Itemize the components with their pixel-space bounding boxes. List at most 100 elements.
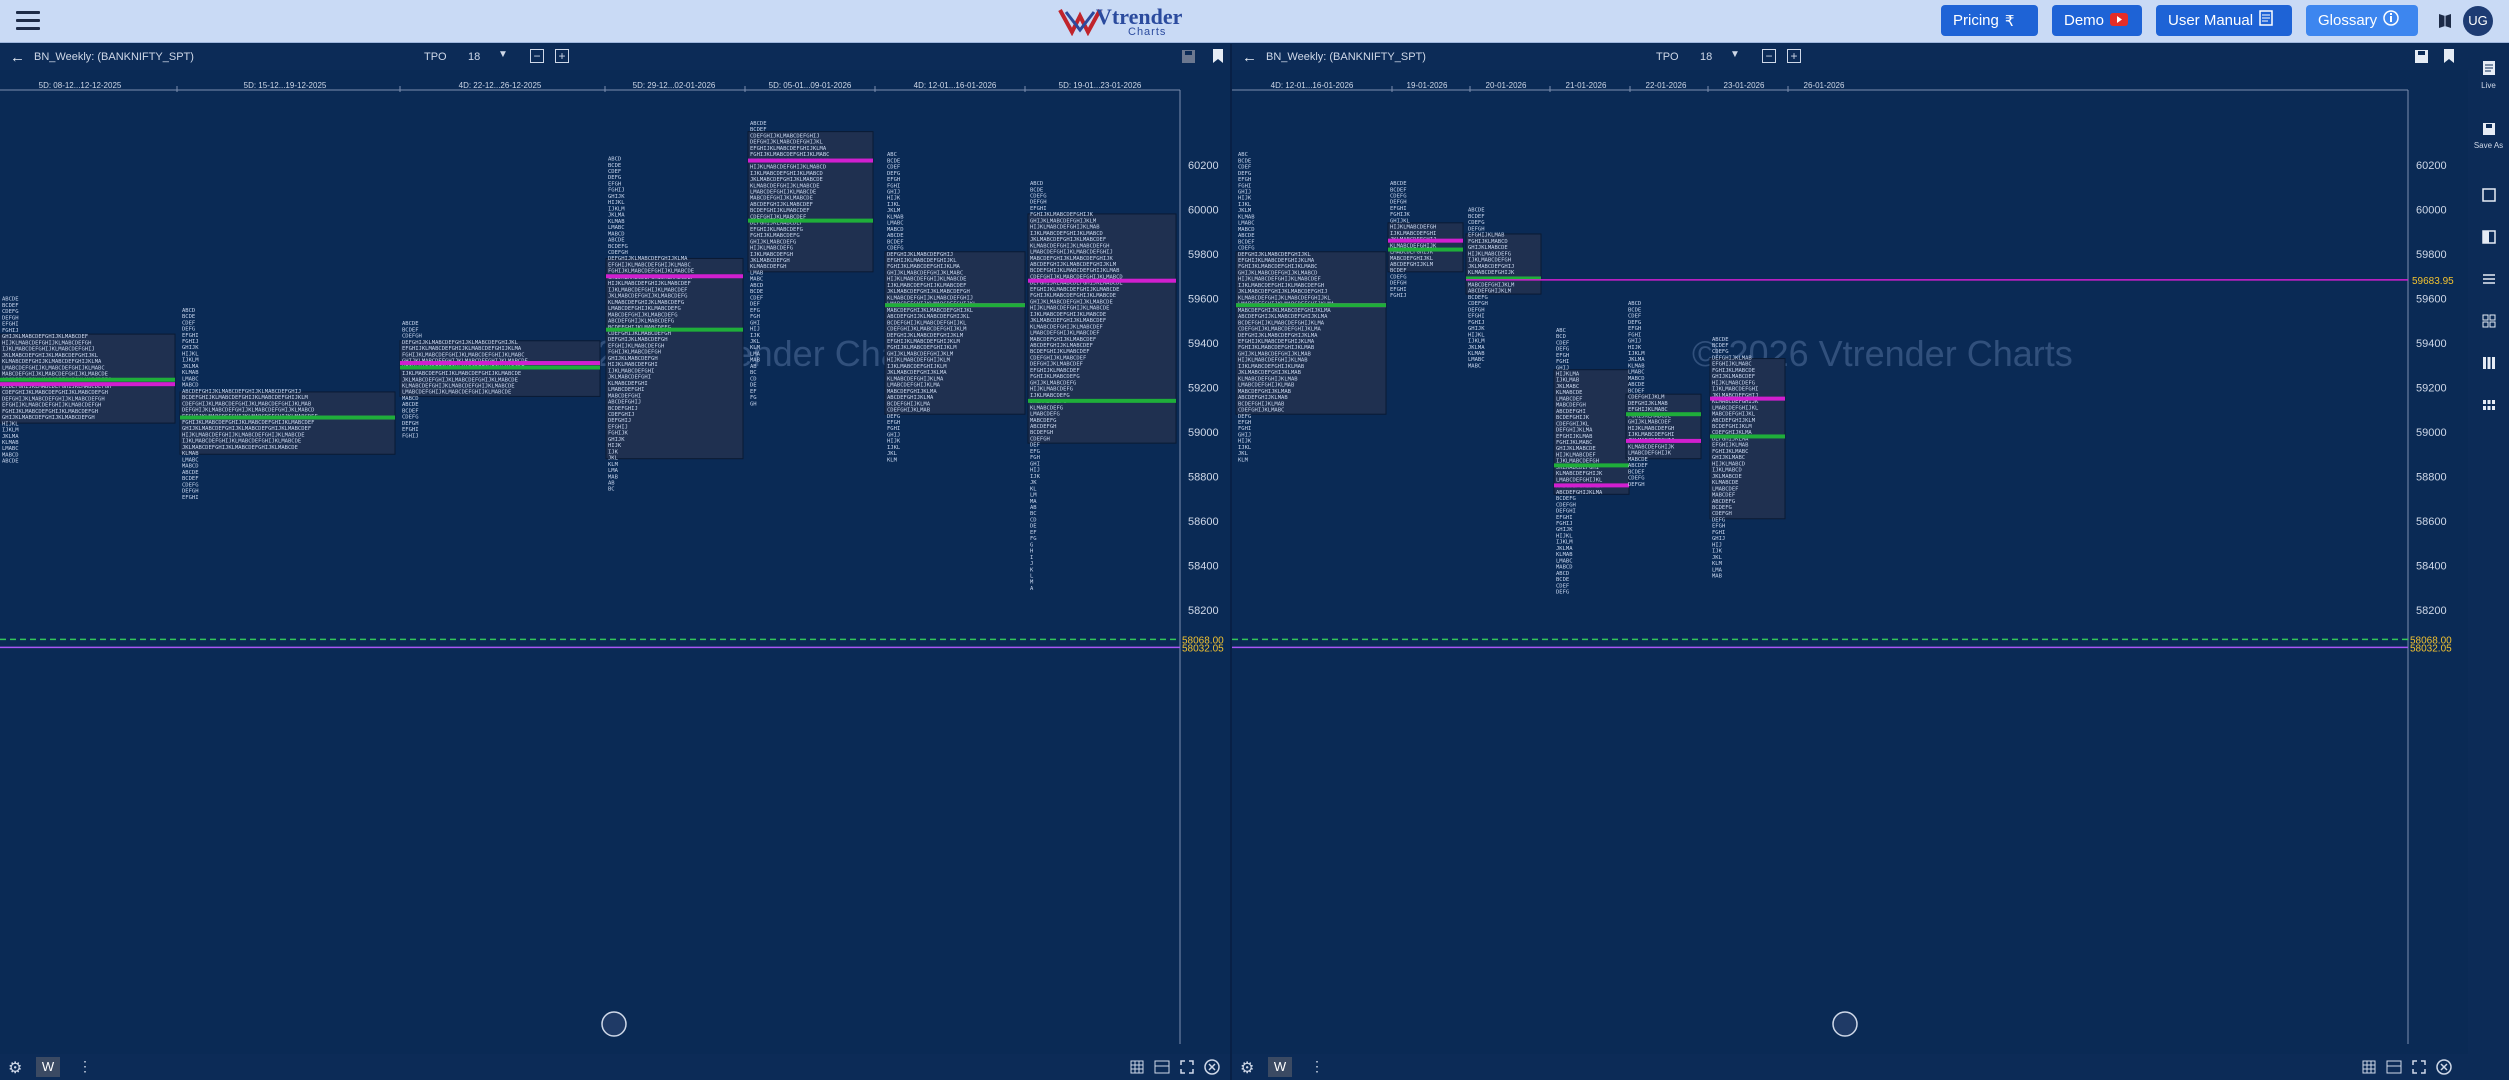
tpo-row: DEFGHIJKLMABCDEFGHIJKLM bbox=[887, 333, 964, 339]
back-arrow-icon[interactable]: ← bbox=[1242, 49, 1257, 66]
tpo-row: KLMABCDEFG bbox=[1030, 405, 1063, 411]
back-arrow-icon[interactable]: ← bbox=[10, 49, 25, 66]
tpo-row: CDEFG bbox=[1390, 193, 1407, 199]
tpo-row: EFGHIJKLMABCDEFGHIJKLMABCDEFGH bbox=[2, 403, 101, 409]
tpo-row: BCDEFGHIJKLMABCDEF bbox=[1030, 349, 1090, 355]
tpo-row: BCDE bbox=[887, 158, 900, 164]
grid-icon[interactable] bbox=[2362, 1060, 2376, 1074]
tpo-row: CD bbox=[750, 376, 757, 382]
glossary-button[interactable]: Glossary bbox=[2306, 5, 2418, 36]
layout-single-button[interactable] bbox=[2468, 188, 2509, 205]
tpo-row: BCDEFGHIJKLMA bbox=[887, 401, 931, 407]
save-as-button[interactable]: Save As bbox=[2468, 122, 2509, 150]
left-symbol[interactable]: BN_Weekly: (BANKNIFTY_SPT) bbox=[34, 51, 194, 63]
gear-icon[interactable]: ⚙ bbox=[1240, 1058, 1254, 1078]
right-tpo-select[interactable]: 18 bbox=[1700, 51, 1712, 63]
tpo-row: DEFGH bbox=[402, 421, 419, 427]
zoom-out-icon[interactable]: − bbox=[1762, 49, 1776, 63]
tpo-row: ABCD bbox=[608, 157, 621, 163]
timeframe-button[interactable]: W bbox=[1268, 1057, 1292, 1077]
tpo-row: IJKLMABCDEFGHI bbox=[1712, 387, 1758, 393]
reference-level-label: 58032.05 bbox=[2410, 643, 2452, 654]
tpo-row: IJK bbox=[750, 333, 761, 339]
tpo-row: CDEF bbox=[182, 320, 195, 326]
layout-columns-button[interactable] bbox=[2468, 356, 2509, 373]
tpo-row: IJKL bbox=[887, 202, 901, 208]
tpo-row: EFGHIJKLMAB bbox=[1712, 443, 1749, 449]
tpo-row: JKL bbox=[608, 456, 619, 462]
tpo-row: JKLMABCDEFGHI bbox=[608, 375, 651, 381]
gear-icon[interactable]: ⚙ bbox=[8, 1058, 22, 1078]
tpo-row: MAB bbox=[608, 474, 619, 480]
tpo-row: KLMABCDEFGHIJKLMABCDE bbox=[750, 183, 820, 189]
expand-icon[interactable] bbox=[2412, 1060, 2426, 1074]
brand-logo[interactable]: Vtrender Charts bbox=[1058, 2, 1182, 40]
book-icon[interactable] bbox=[2437, 12, 2453, 30]
layout-grid-3-button[interactable] bbox=[2468, 398, 2509, 415]
live-button[interactable]: Live bbox=[2468, 60, 2509, 90]
save-icon[interactable] bbox=[2414, 49, 2429, 64]
menu-icon[interactable] bbox=[16, 11, 40, 31]
tpo-row: FG bbox=[1030, 536, 1037, 542]
layout-icon[interactable] bbox=[2386, 1060, 2402, 1074]
layout-split-button[interactable] bbox=[2468, 230, 2509, 247]
tpo-row: LMABC bbox=[1238, 221, 1255, 227]
layout-icon[interactable] bbox=[1154, 1060, 1170, 1074]
tpo-row: ABCDEFGHIJKLM bbox=[1390, 262, 1434, 268]
expand-icon[interactable] bbox=[1180, 1060, 1194, 1074]
layout-rows-button[interactable] bbox=[2468, 272, 2509, 289]
tpo-row: CDEFG bbox=[887, 246, 904, 252]
chevron-down-icon[interactable]: ▼ bbox=[498, 49, 508, 60]
tpo-row: KLMAB bbox=[182, 370, 199, 376]
save-icon[interactable] bbox=[1181, 49, 1196, 64]
tpo-row: IJKLMABCDEFGHIJKLMABCDE bbox=[1030, 312, 1106, 318]
price-tick-label: 60000 bbox=[1188, 205, 1219, 217]
zoom-out-icon[interactable]: − bbox=[530, 49, 544, 63]
tpo-row: LMABC bbox=[182, 376, 199, 382]
right-symbol[interactable]: BN_Weekly: (BANKNIFTY_SPT) bbox=[1266, 51, 1426, 63]
layout-grid-button[interactable] bbox=[2468, 314, 2509, 331]
tpo-row: KLMABCDEFGH bbox=[750, 264, 786, 270]
left-tpo-select[interactable]: 18 bbox=[468, 51, 480, 63]
tpo-row: MABCDEFG bbox=[1030, 418, 1057, 424]
bookmark-plus-icon[interactable] bbox=[1211, 48, 1226, 64]
demo-button[interactable]: Demo bbox=[2052, 5, 2142, 36]
tpo-row: HIJKL bbox=[1556, 533, 1573, 539]
tpo-row: LMABCDEFGHIJKLMA bbox=[887, 383, 941, 389]
tpo-row: FGHIJ bbox=[1468, 320, 1485, 326]
tpo-row: ABCDE bbox=[887, 233, 904, 239]
tpo-row: ABCD bbox=[1628, 301, 1641, 307]
left-tpo-chart[interactable]: © 2026 Vtrender Charts602006000059800596… bbox=[0, 70, 1230, 1054]
tpo-row: JKLMABCDEFGHIJKLMABCDEFGHIJKLMABCDE bbox=[182, 445, 298, 451]
tpo-row: ABCDE bbox=[1712, 337, 1729, 343]
grid-icon[interactable] bbox=[1130, 1060, 1144, 1074]
bookmark-plus-icon[interactable] bbox=[2442, 48, 2457, 64]
more-vertical-icon[interactable]: ⋮ bbox=[78, 1058, 92, 1075]
zoom-in-icon[interactable]: + bbox=[555, 49, 569, 63]
tpo-row: BCD bbox=[1556, 334, 1566, 340]
tpo-row: FGHIJKLMABCDEFGHIJKLMAB bbox=[1238, 345, 1315, 351]
user-manual-button[interactable]: User Manual bbox=[2156, 5, 2292, 36]
right-tpo-chart[interactable]: © 2026 Vtrender Charts602006000059800596… bbox=[1232, 70, 2468, 1054]
tpo-row: LMABCDEFGHI bbox=[608, 387, 644, 393]
avatar[interactable]: UG bbox=[2463, 6, 2493, 36]
tpo-row: ABCDE bbox=[750, 121, 767, 127]
tpo-row: IJKLMABCDEFGHIJKLMAB bbox=[1238, 364, 1305, 370]
tpo-row: BCDEFGHIJKLM bbox=[1712, 424, 1752, 430]
tpo-row: IJKLMABCDEFGH bbox=[1468, 258, 1511, 264]
tpo-row: GHIJKL bbox=[1390, 218, 1411, 224]
tpo-row: FGHIJKLMABCDEFGHIJKLM bbox=[887, 345, 957, 351]
more-vertical-icon[interactable]: ⋮ bbox=[1310, 1058, 1324, 1075]
close-icon[interactable] bbox=[1204, 1059, 1220, 1075]
tpo-row: MABCDEFGHIJKLMABCDEFG bbox=[608, 312, 678, 318]
timeframe-button[interactable]: W bbox=[36, 1057, 60, 1077]
close-icon[interactable] bbox=[2436, 1059, 2452, 1075]
tpo-row: HIJKL bbox=[182, 351, 199, 357]
chevron-down-icon[interactable]: ▼ bbox=[1730, 49, 1740, 60]
tpo-row: MABCDEFGHIJKLMABCDEFGHIJKLMA bbox=[1238, 308, 1331, 314]
tpo-row: HIJKL bbox=[608, 200, 625, 206]
tpo-row: CDEFGH bbox=[608, 250, 628, 256]
zoom-in-icon[interactable]: + bbox=[1787, 49, 1801, 63]
pricing-button[interactable]: Pricing ₹ bbox=[1941, 5, 2038, 36]
tpo-row: LMABC bbox=[182, 457, 199, 463]
